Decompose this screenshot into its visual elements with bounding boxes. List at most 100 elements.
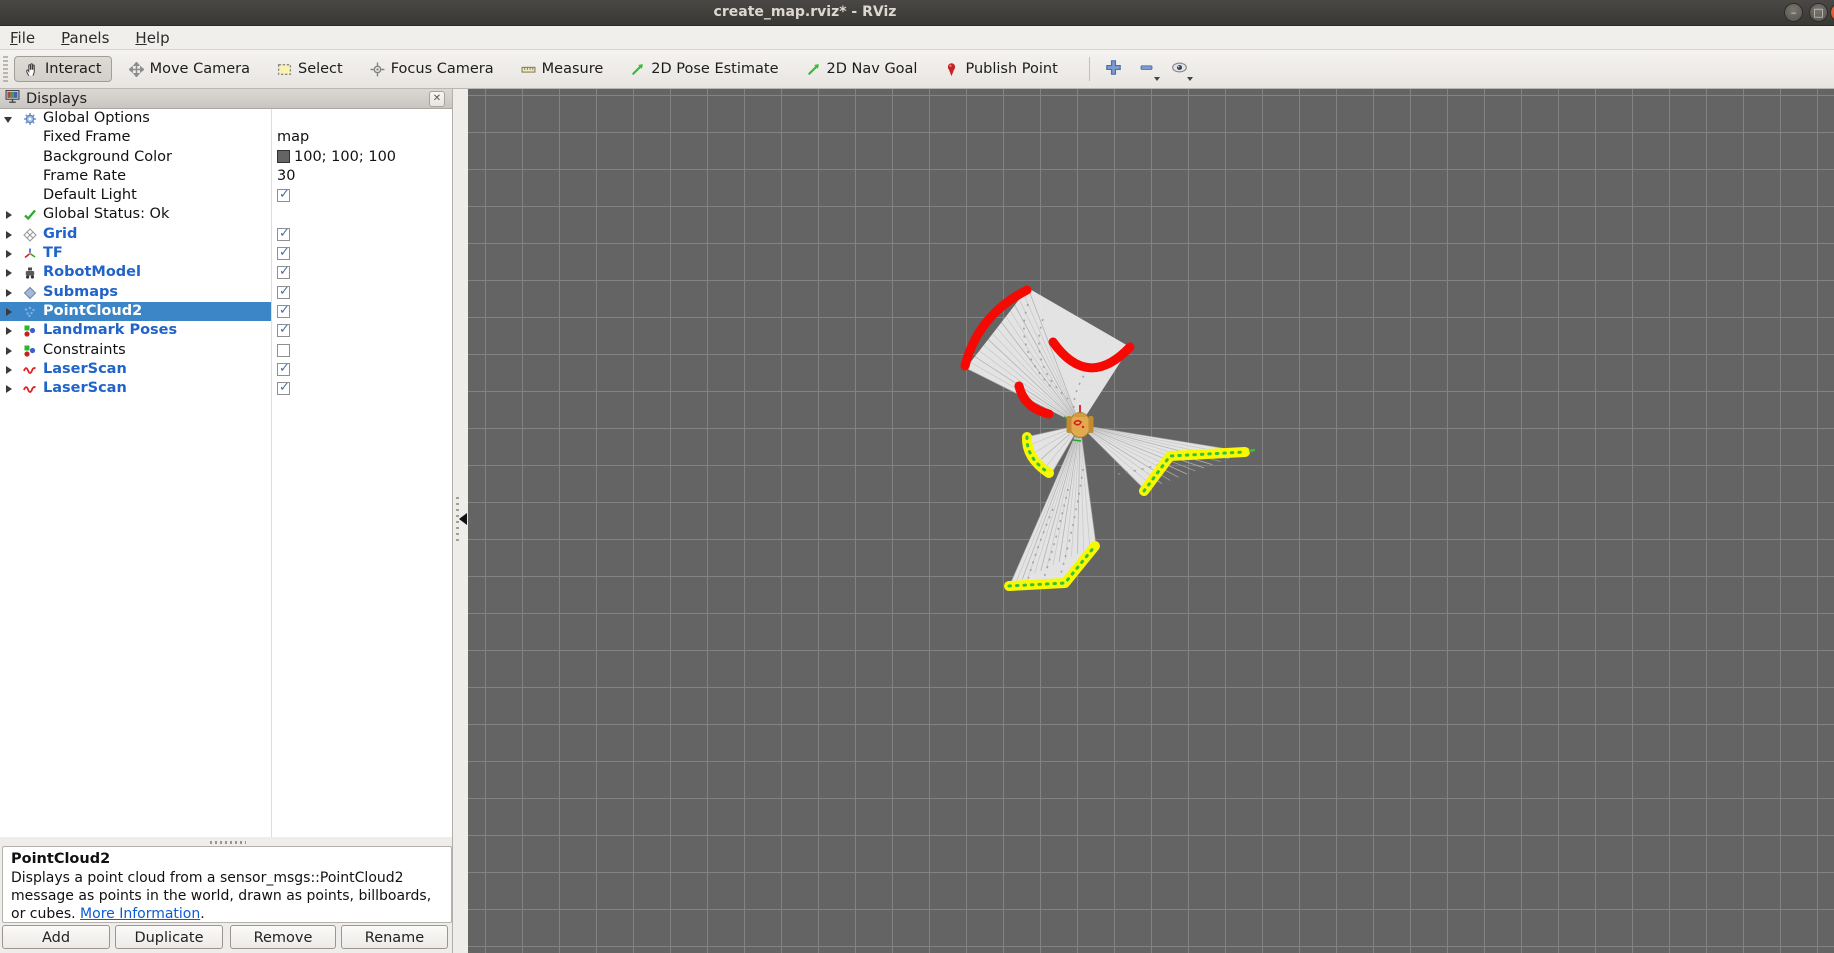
panel-close-button[interactable]: ✕ [429, 91, 445, 107]
tool-properties-button[interactable] [1166, 55, 1194, 83]
row-fixed-frame[interactable]: Fixed Frame map [0, 128, 452, 147]
rename-button[interactable]: Rename [341, 925, 448, 949]
more-information-link[interactable]: More Information [80, 906, 200, 922]
expander-icon[interactable] [6, 308, 12, 316]
3d-viewport[interactable] [468, 89, 1834, 953]
row-grid[interactable]: Grid [0, 225, 452, 244]
toolbar-grip[interactable] [3, 56, 8, 82]
displays-panel: Displays ✕ Global Options Fixed Frame ma… [0, 89, 453, 953]
titlebar[interactable]: create_map.rviz* - RViz – □ [0, 0, 1834, 26]
panel-view-splitter[interactable] [453, 89, 468, 953]
description-body: Displays a point cloud from a sensor_msg… [11, 870, 431, 922]
selection-description: PointCloud2 Displays a point cloud from … [2, 846, 452, 923]
row-laserscan-1[interactable]: LaserScan [0, 360, 452, 379]
expander-icon[interactable] [6, 269, 12, 277]
status-ok-check-icon [23, 208, 37, 222]
menu-panels[interactable]: Panels [61, 29, 109, 47]
robotmodel-checkbox[interactable] [277, 266, 290, 279]
row-tf[interactable]: TF [0, 244, 452, 263]
grid-icon [23, 228, 37, 242]
duplicate-button[interactable]: Duplicate [115, 925, 223, 949]
landmark-spheres-icon [23, 324, 37, 338]
measure-tool-button[interactable]: Measure [511, 56, 614, 82]
grid-checkbox[interactable] [277, 228, 290, 241]
laserscan-icon [23, 363, 37, 377]
landmark-spheres-icon [23, 344, 37, 358]
frame-rate-value[interactable]: 30 [277, 168, 295, 184]
chevron-down-icon [1187, 77, 1193, 81]
fixed-frame-value[interactable]: map [277, 129, 309, 145]
add-button[interactable]: Add [2, 925, 110, 949]
selection-box-icon [277, 62, 292, 77]
menu-help[interactable]: Help [135, 29, 169, 47]
row-global-status[interactable]: Global Status: Ok [0, 205, 452, 224]
pose-estimate-tool-button[interactable]: 2D Pose Estimate [620, 56, 788, 82]
slam-scene [468, 89, 1834, 953]
toolbar-separator [1089, 57, 1090, 81]
focus-crosshair-icon [370, 62, 385, 77]
laserscan-1-checkbox[interactable] [277, 363, 290, 376]
row-laserscan-2[interactable]: LaserScan [0, 379, 452, 398]
window-title: create_map.rviz* - RViz [300, 4, 1310, 20]
minus-icon [1138, 59, 1155, 80]
move-camera-tool-button[interactable]: Move Camera [119, 56, 260, 82]
expander-icon[interactable] [6, 231, 12, 239]
plus-icon [1105, 59, 1122, 80]
pointcloud2-checkbox[interactable] [277, 305, 290, 318]
eye-icon [1171, 59, 1188, 80]
green-arrow-icon [630, 62, 645, 77]
row-pointcloud2[interactable]: PointCloud2 [0, 302, 452, 321]
row-submaps[interactable]: Submaps [0, 283, 452, 302]
display-monitor-icon [5, 89, 20, 108]
select-tool-button[interactable]: Select [267, 56, 353, 82]
publish-point-tool-button[interactable]: Publish Point [934, 56, 1067, 82]
laserscan-2-checkbox[interactable] [277, 382, 290, 395]
row-background-color[interactable]: Background Color 100; 100; 100 [0, 148, 452, 167]
nav-goal-tool-button[interactable]: 2D Nav Goal [796, 56, 928, 82]
close-button[interactable] [1830, 3, 1834, 22]
expander-icon[interactable] [6, 366, 12, 374]
remove-tool-button[interactable] [1133, 55, 1161, 83]
row-global-options[interactable]: Global Options [0, 109, 452, 128]
pointcloud-dots-icon [23, 305, 37, 319]
menu-file[interactable]: File [10, 29, 35, 47]
row-robotmodel[interactable]: RobotModel [0, 263, 452, 282]
displays-tree: Global Options Fixed Frame map Backgroun… [0, 109, 452, 837]
chevron-down-icon [1154, 77, 1160, 81]
toolbar: Interact Move Camera Select Focus Camera… [0, 50, 1834, 89]
add-tool-button[interactable] [1100, 55, 1128, 83]
landmark-poses-checkbox[interactable] [277, 324, 290, 337]
row-landmark-poses[interactable]: Landmark Poses [0, 321, 452, 340]
tf-axes-icon [23, 247, 37, 261]
expander-icon[interactable] [4, 117, 12, 123]
laserscan-icon [23, 382, 37, 396]
tf-checkbox[interactable] [277, 247, 290, 260]
default-light-checkbox[interactable] [277, 189, 290, 202]
maximize-button[interactable]: □ [1809, 3, 1828, 22]
expander-icon[interactable] [6, 250, 12, 258]
hand-icon [24, 62, 39, 77]
interact-tool-button[interactable]: Interact [14, 56, 112, 82]
row-constraints[interactable]: Constraints [0, 341, 452, 360]
green-arrow-icon [806, 62, 821, 77]
submaps-diamond-icon [23, 286, 37, 300]
rviz-window: create_map.rviz* - RViz – □ File Panels … [0, 0, 1834, 953]
displays-panel-header[interactable]: Displays ✕ [0, 89, 452, 109]
row-default-light[interactable]: Default Light [0, 186, 452, 205]
expander-icon[interactable] [6, 327, 12, 335]
tree-column-separator [271, 109, 272, 837]
constraints-checkbox[interactable] [277, 344, 290, 357]
collapse-panel-arrow-icon[interactable] [459, 513, 467, 525]
minimize-button[interactable]: – [1784, 3, 1803, 22]
expander-icon[interactable] [6, 347, 12, 355]
menubar: File Panels Help [0, 26, 1834, 50]
expander-icon[interactable] [6, 385, 12, 393]
focus-camera-tool-button[interactable]: Focus Camera [360, 56, 504, 82]
submaps-checkbox[interactable] [277, 286, 290, 299]
remove-button[interactable]: Remove [230, 925, 336, 949]
background-color-value[interactable]: 100; 100; 100 [277, 149, 396, 165]
expander-icon[interactable] [6, 211, 12, 219]
row-frame-rate[interactable]: Frame Rate 30 [0, 167, 452, 186]
expander-icon[interactable] [6, 289, 12, 297]
ruler-icon [521, 62, 536, 77]
